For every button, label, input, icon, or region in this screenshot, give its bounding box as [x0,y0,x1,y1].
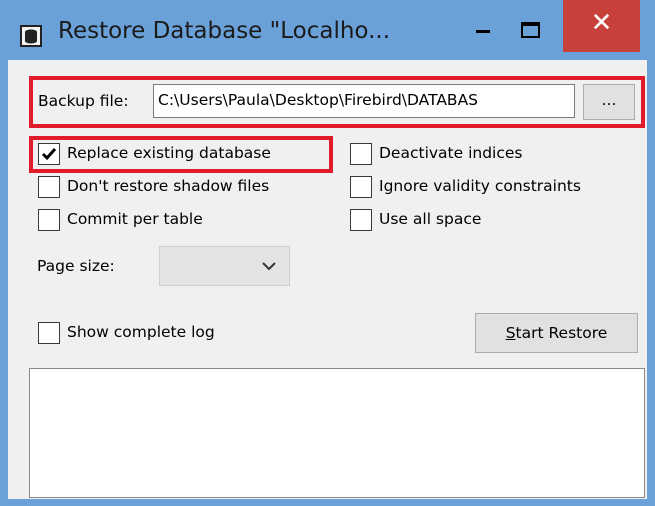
replace-existing-highlight [29,136,333,173]
close-icon: ✕ [590,8,613,38]
deactivate-indices-checkbox[interactable] [350,143,372,165]
commit-per-table-checkbox[interactable] [38,209,60,231]
minimize-button[interactable] [467,16,499,48]
dont-restore-shadow-label: Don't restore shadow files [67,177,270,195]
use-all-space-label: Use all space [379,210,482,228]
page-size-dropdown[interactable] [159,246,290,286]
maximize-button[interactable] [514,16,546,48]
backup-file-highlight [29,76,645,128]
start-restore-accelerator: S [505,324,516,342]
show-complete-log-checkbox[interactable] [38,322,60,344]
close-button[interactable]: ✕ [563,0,640,52]
dont-restore-shadow-checkbox[interactable] [38,176,60,198]
show-complete-log-label: Show complete log [67,323,215,341]
use-all-space-checkbox[interactable] [350,209,372,231]
ignore-validity-label: Ignore validity constraints [379,177,581,195]
deactivate-indices-label: Deactivate indices [379,144,523,162]
restore-database-window: Restore Database "Localho... ✕ Backup fi… [0,0,655,506]
restore-log-textarea[interactable] [29,368,645,498]
start-restore-label: tart Restore [515,324,608,342]
ignore-validity-checkbox[interactable] [350,176,372,198]
page-size-label: Page size: [37,257,115,275]
commit-per-table-label: Commit per table [67,210,203,228]
start-restore-button[interactable]: Start Restore [475,313,638,353]
window-title: Restore Database "Localho... [58,18,391,44]
chevron-down-icon [262,262,276,271]
database-icon [20,25,42,47]
